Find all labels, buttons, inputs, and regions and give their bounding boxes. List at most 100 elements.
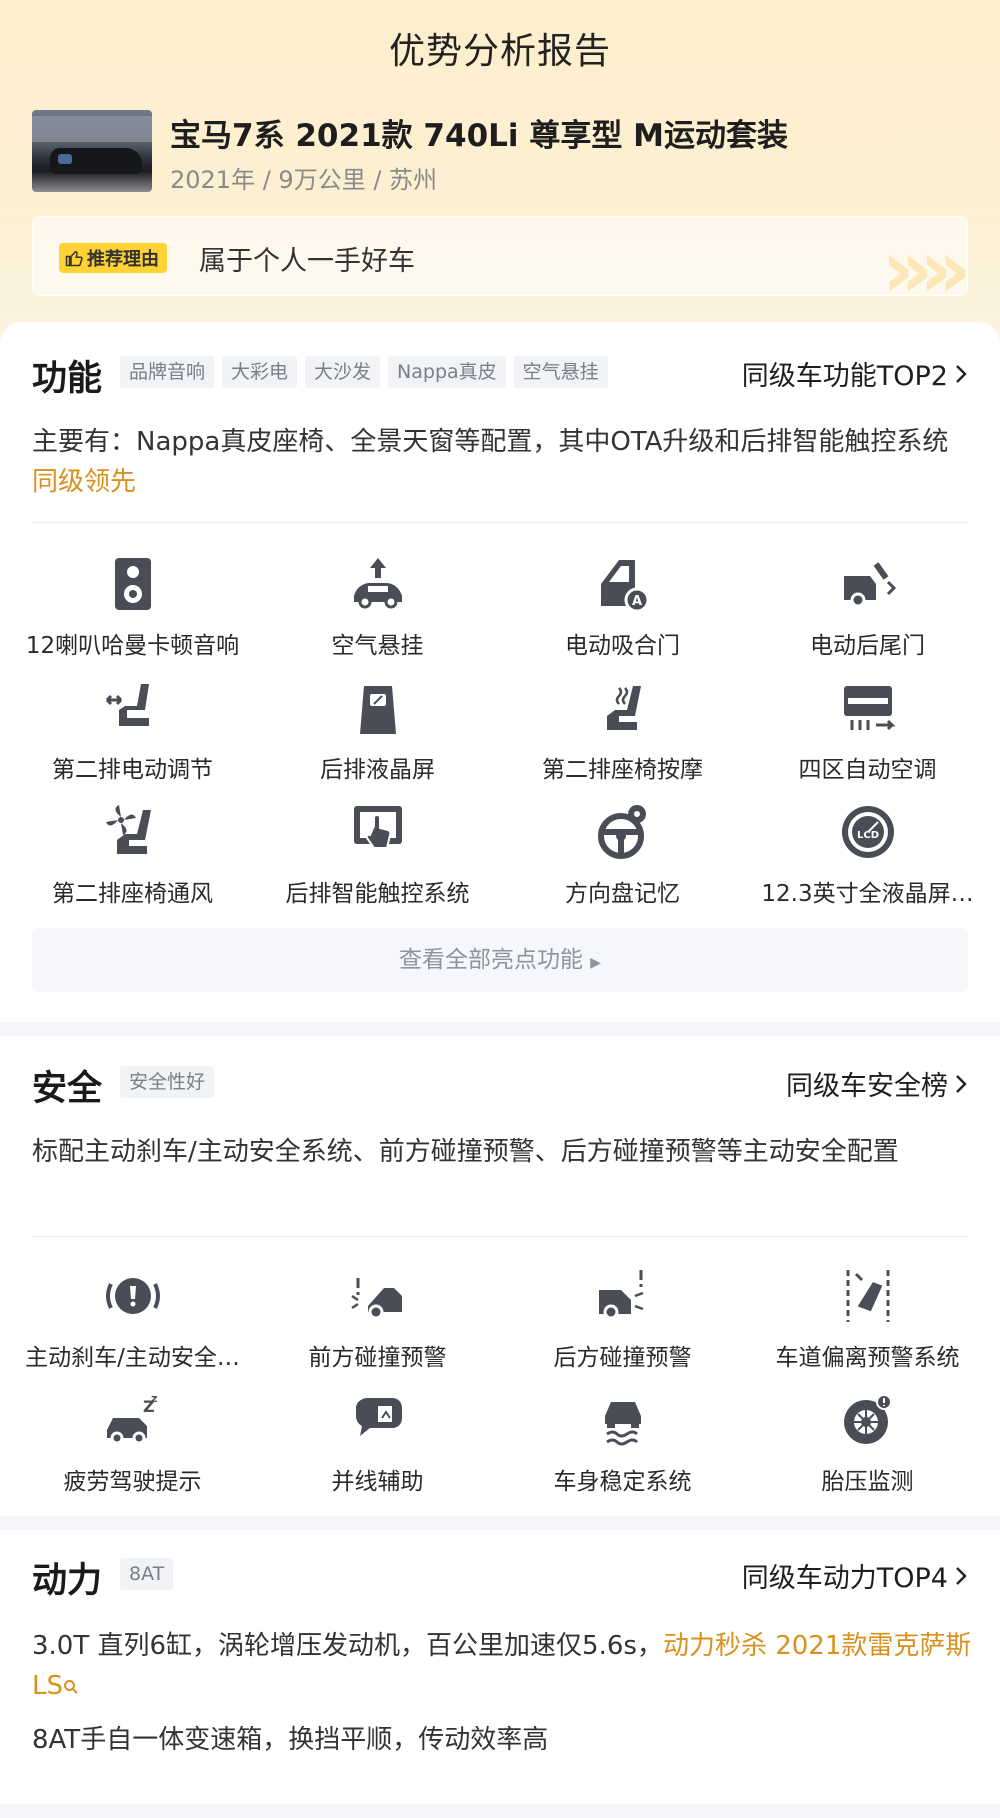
feature-item[interactable]: Zz 疲劳驾驶提示 (10, 1382, 255, 1506)
safety-header: 安全 安全性好 同级车安全榜 (32, 1060, 968, 1109)
feature-item[interactable]: 第二排座椅按摩 (500, 670, 745, 794)
feature-label: 后排智能触控系统 (285, 881, 470, 907)
feature-label: 前方碰撞预警 (308, 1345, 447, 1371)
thumbs-up-icon (65, 251, 83, 267)
function-desc-text: 主要有：Nappa真皮座椅、全景天窗等配置，其中OTA升级和后排智能触控系统 (32, 427, 949, 457)
steering-memory-icon (597, 805, 646, 859)
svg-text:A: A (631, 594, 641, 609)
climate-icon (843, 686, 896, 731)
car-name: 宝马7系 2021款 740Li 尊享型 M运动套装 (170, 118, 788, 154)
rear-screen-icon (359, 686, 396, 734)
function-title: 功能 (32, 359, 103, 399)
feature-label: 四区自动空调 (798, 757, 937, 783)
power-rank-label: 同级车动力TOP4 (741, 1563, 948, 1594)
car-summary[interactable]: 宝马7系 2021款 740Li 尊享型 M运动套装 2021年 / 9万公里 … (32, 110, 972, 194)
section-divider (0, 1022, 1000, 1036)
feature-item[interactable]: 第二排座椅通风 (10, 794, 255, 918)
search-icon[interactable] (63, 1679, 79, 1695)
power-rank-link[interactable]: 同级车动力TOP4 (742, 1556, 968, 1595)
feature-item[interactable]: 并线辅助 (255, 1382, 500, 1506)
front-collision-icon (350, 1278, 402, 1320)
function-tag: 大沙发 (305, 356, 381, 388)
function-header: 功能 品牌音响 大彩电 大沙发 Nappa真皮 空气悬挂 同级车功能TOP2 (32, 350, 968, 399)
power-tags: 8AT (120, 1558, 174, 1590)
view-all-features-button[interactable]: 查看全部亮点功能 ▶ (32, 928, 968, 992)
recommend-reason-box: 推荐理由 属于个人一手好车 »» (32, 216, 968, 296)
power-title: 动力 (32, 1561, 103, 1601)
feature-label: 电动吸合门 (565, 633, 680, 659)
feature-item[interactable]: 主动刹车/主动安全… (10, 1258, 255, 1382)
chevron-right-icon (956, 364, 967, 383)
feature-label: 车身稳定系统 (553, 1469, 692, 1495)
soft-close-door-icon: A (600, 560, 649, 613)
recommend-reason-label: 推荐理由 (87, 249, 159, 270)
safety-rank-link[interactable]: 同级车安全榜 (786, 1064, 968, 1103)
feature-item[interactable]: 前方碰撞预警 (255, 1258, 500, 1382)
recommend-reason-tag: 推荐理由 (59, 243, 167, 273)
svg-text:z: z (151, 1392, 157, 1405)
feature-label: 第二排座椅按摩 (542, 757, 703, 783)
feature-item[interactable]: 12喇叭哈曼卡顿音响 (10, 546, 255, 670)
feature-item[interactable]: 后排智能触控系统 (255, 794, 500, 918)
safety-card: 安全 安全性好 同级车安全榜 标配主动刹车/主动安全系统、前方碰撞预警、后方碰撞… (0, 1036, 1000, 1516)
blind-spot-icon (355, 1398, 402, 1436)
power-tag: 8AT (120, 1558, 174, 1590)
feature-label: 并线辅助 (331, 1469, 424, 1495)
feature-item[interactable]: 方向盘记忆 (500, 794, 745, 918)
feature-item[interactable]: 车身稳定系统 (500, 1382, 745, 1506)
feature-label: 第二排电动调节 (52, 757, 213, 783)
function-tag: 大彩电 (222, 356, 298, 388)
touch-control-icon (353, 806, 402, 849)
feature-label: 第二排座椅通风 (52, 881, 213, 907)
power-card: 动力 8AT 同级车动力TOP4 3.0T 直列6缸，涡轮增压发动机，百公里加速… (0, 1530, 1000, 1804)
feature-item[interactable]: LCD 12.3英寸全液晶屏… (745, 794, 990, 918)
chevron-right-icon (956, 1074, 967, 1093)
feature-label: 空气悬挂 (331, 633, 424, 659)
power-header: 动力 8AT 同级车动力TOP4 (32, 1552, 968, 1601)
power-tailgate-icon (843, 562, 896, 608)
function-feature-grid: 12喇叭哈曼卡顿音响 空气悬挂 A 电动吸合门 电动后尾门 第二排电动调节 后排… (10, 546, 990, 918)
recommend-reason-text: 属于个人一手好车 (199, 246, 415, 277)
feature-item[interactable]: 第二排电动调节 (10, 670, 255, 794)
chevron-right-icon (956, 1566, 967, 1585)
quote-decoration-icon: »» (881, 223, 967, 296)
car-thumbnail[interactable] (32, 110, 152, 192)
feature-label: 方向盘记忆 (565, 881, 680, 907)
function-description: 主要有：Nappa真皮座椅、全景天窗等配置，其中OTA升级和后排智能触控系统同级… (32, 422, 972, 502)
feature-label: 后排液晶屏 (320, 757, 435, 783)
power-desc-text: 3.0T 直列6缸，涡轮增压发动机，百公里加速仅5.6s， (32, 1631, 663, 1661)
function-tags: 品牌音响 大彩电 大沙发 Nappa真皮 空气悬挂 (120, 356, 608, 388)
lcd-gauge-icon: LCD (841, 806, 894, 858)
feature-item[interactable]: 电动后尾门 (745, 546, 990, 670)
tire-pressure-icon (843, 1394, 892, 1444)
car-meta: 2021年 / 9万公里 / 苏州 (170, 166, 438, 194)
function-tag: 空气悬挂 (513, 356, 608, 388)
triangle-right-icon: ▶ (590, 955, 602, 971)
seat-adjust-icon (105, 684, 149, 726)
feature-item[interactable]: 后排液晶屏 (255, 670, 500, 794)
feature-label: 车道偏离预警系统 (775, 1345, 960, 1371)
function-rank-link[interactable]: 同级车功能TOP2 (742, 354, 968, 393)
feature-label: 胎压监测 (821, 1469, 914, 1495)
feature-item[interactable]: 空气悬挂 (255, 546, 500, 670)
function-rank-label: 同级车功能TOP2 (741, 361, 948, 392)
feature-label: 主动刹车/主动安全… (25, 1345, 240, 1371)
safety-feature-grid: 主动刹车/主动安全… 前方碰撞预警 后方碰撞预警 车道偏离预警系统 Zz 疲劳驾… (10, 1258, 990, 1506)
feature-item[interactable]: 后方碰撞预警 (500, 1258, 745, 1382)
power-description: 3.0T 直列6缸，涡轮增压发动机，百公里加速仅5.6s，动力秒杀 2021款雷… (32, 1626, 972, 1706)
feature-item[interactable]: A 电动吸合门 (500, 546, 745, 670)
stability-icon (604, 1402, 641, 1446)
feature-item[interactable]: 四区自动空调 (745, 670, 990, 794)
safety-description: 标配主动刹车/主动安全系统、前方碰撞预警、后方碰撞预警等主动安全配置 (32, 1137, 899, 1167)
feature-item[interactable]: 车道偏离预警系统 (745, 1258, 990, 1382)
safety-rank-label: 同级车安全榜 (786, 1071, 948, 1102)
brake-warning-icon (105, 1278, 160, 1314)
safety-divider (32, 1236, 968, 1237)
safety-tags: 安全性好 (120, 1066, 215, 1098)
safety-tag: 安全性好 (120, 1066, 215, 1098)
feature-label: 电动后尾门 (810, 633, 925, 659)
function-desc-highlight: 同级领先 (32, 467, 137, 497)
safety-title: 安全 (32, 1069, 103, 1109)
speaker-icon (114, 558, 151, 610)
feature-item[interactable]: 胎压监测 (745, 1382, 990, 1506)
